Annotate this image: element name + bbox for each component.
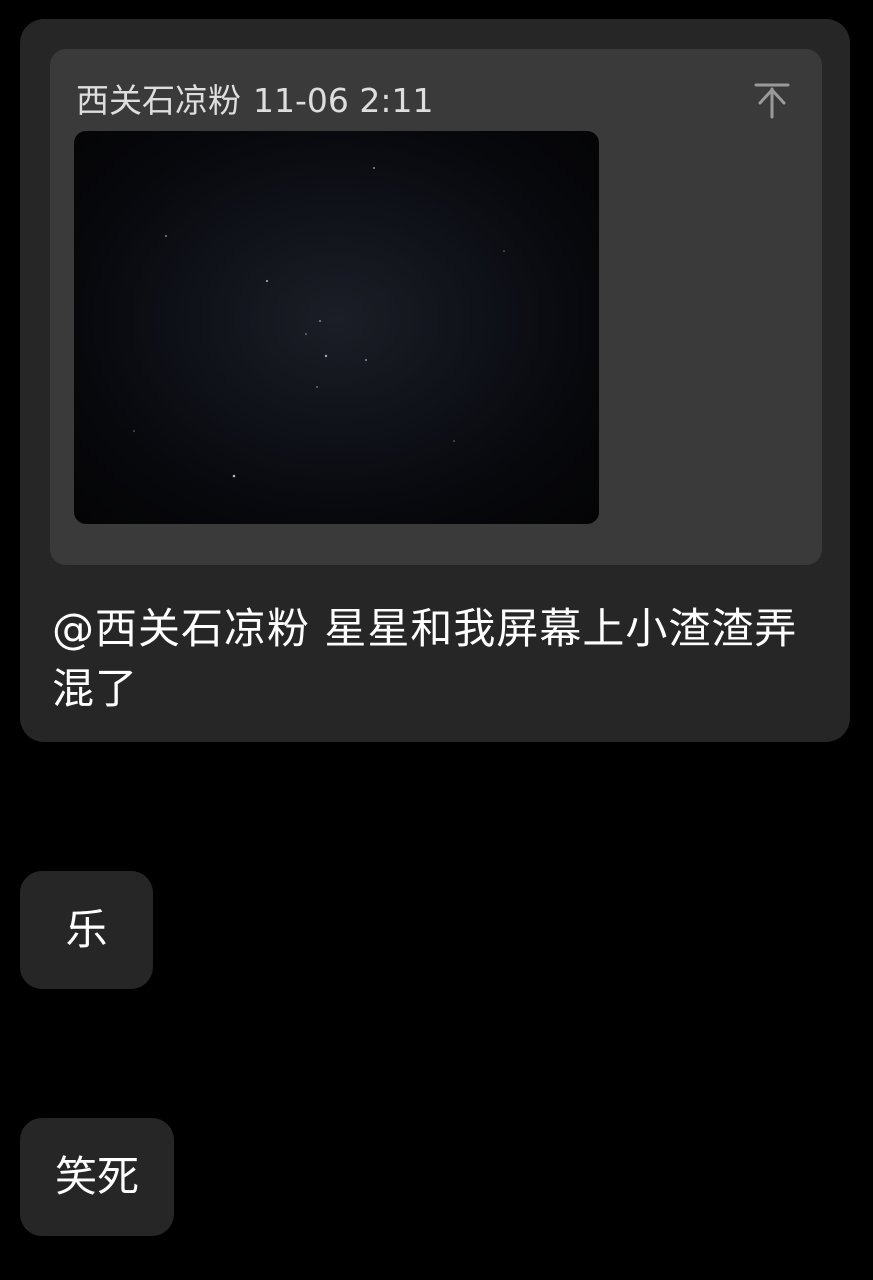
- message-text: 笑死: [54, 1152, 139, 1201]
- night-sky-photo[interactable]: [74, 131, 599, 524]
- message-bubble[interactable]: 笑死: [20, 1118, 174, 1236]
- quoted-timestamp: 11-06 2:11: [253, 81, 434, 120]
- quoted-message-card[interactable]: 西关石凉粉 11-06 2:11: [50, 49, 822, 565]
- message-bubble[interactable]: 乐: [20, 871, 153, 989]
- quoted-sender-name: 西关石凉粉: [76, 81, 241, 120]
- quoted-message-meta: 西关石凉粉 11-06 2:11: [76, 81, 434, 121]
- message-text: 乐: [65, 905, 108, 954]
- message-bubble-with-quote[interactable]: 西关石凉粉 11-06 2:11 @西关石凉粉 星星和我屏幕上小渣渣弄混了: [20, 19, 850, 742]
- arrow-to-top-icon[interactable]: [752, 79, 792, 119]
- message-text: @西关石凉粉 星星和我屏幕上小渣渣弄混了: [52, 604, 798, 713]
